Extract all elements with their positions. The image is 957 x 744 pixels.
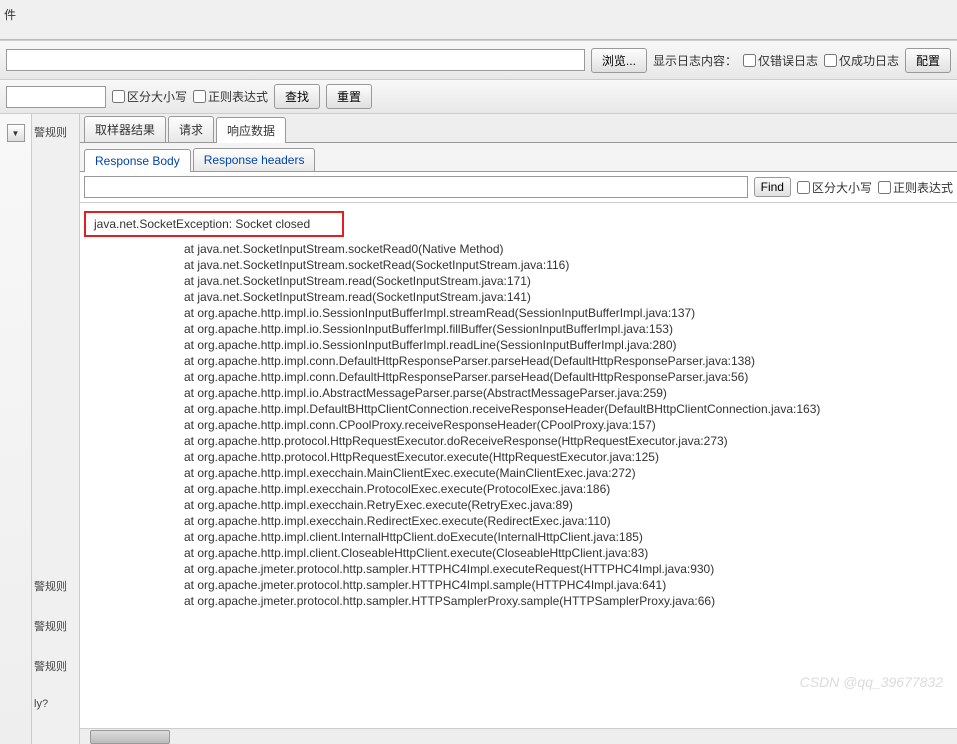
stack-line: at java.net.SocketInputStream.read(Socke… — [84, 273, 953, 289]
stack-line: at java.net.SocketInputStream.socketRead… — [84, 241, 953, 257]
main-area: ▼ 警规则 警规则 警规则 警规则 ly? 取样器结果 请求 响应数据 Resp… — [0, 114, 957, 744]
tab-response-headers[interactable]: Response headers — [193, 148, 316, 171]
stack-line: at org.apache.http.protocol.HttpRequestE… — [84, 449, 953, 465]
stack-line: at java.net.SocketInputStream.read(Socke… — [84, 289, 953, 305]
stack-trace: at java.net.SocketInputStream.socketRead… — [84, 241, 953, 609]
stack-line: at org.apache.http.impl.io.SessionInputB… — [84, 305, 953, 321]
exception-message: java.net.SocketException: Socket closed — [84, 211, 344, 237]
show-log-label: 显示日志内容： — [653, 52, 737, 69]
stack-line: at org.apache.http.impl.io.SessionInputB… — [84, 337, 953, 353]
stack-line: at org.apache.http.impl.conn.DefaultHttp… — [84, 353, 953, 369]
stack-line: at java.net.SocketInputStream.socketRead… — [84, 257, 953, 273]
config-button[interactable]: 配置 — [905, 48, 951, 73]
tree-item[interactable]: 警规则 — [34, 618, 77, 634]
reset-button[interactable]: 重置 — [326, 84, 372, 109]
file-section: 件 — [0, 0, 957, 40]
inner-search-row: Find 区分大小写 正则表达式 — [80, 172, 957, 203]
tab-sampler[interactable]: 取样器结果 — [84, 116, 166, 142]
stack-line: at org.apache.http.impl.client.InternalH… — [84, 529, 953, 545]
scrollbar-thumb[interactable] — [90, 730, 170, 744]
stack-line: at org.apache.http.impl.io.AbstractMessa… — [84, 385, 953, 401]
stack-line: at org.apache.http.impl.execchain.Protoc… — [84, 481, 953, 497]
inner-tabs: Response Body Response headers — [80, 143, 957, 172]
inner-find-button[interactable]: Find — [754, 177, 791, 197]
tab-response-body[interactable]: Response Body — [84, 149, 191, 172]
stack-line: at org.apache.http.impl.conn.CPoolProxy.… — [84, 417, 953, 433]
file-label: 件 — [4, 6, 16, 23]
tree-item[interactable]: 警规则 — [34, 578, 77, 594]
inner-search-input[interactable] — [84, 176, 748, 198]
search-input[interactable] — [6, 86, 106, 108]
stack-line: at org.apache.http.impl.io.SessionInputB… — [84, 321, 953, 337]
left-strip: ▼ — [0, 114, 32, 744]
error-only-checkbox[interactable]: 仅错误日志 — [743, 52, 818, 69]
tree-item[interactable]: 警规则 — [34, 658, 77, 674]
tree-item[interactable]: ly? — [34, 698, 77, 710]
left-panel: 警规则 警规则 警规则 警规则 ly? — [32, 114, 80, 744]
stack-line: at org.apache.http.protocol.HttpRequestE… — [84, 433, 953, 449]
top-toolbar: 浏览... 显示日志内容： 仅错误日志 仅成功日志 配置 — [0, 40, 957, 80]
stack-line: at org.apache.http.impl.client.Closeable… — [84, 545, 953, 561]
response-body-area[interactable]: java.net.SocketException: Socket closed … — [80, 203, 957, 728]
content-panel: 取样器结果 请求 响应数据 Response Body Response hea… — [80, 114, 957, 744]
file-input[interactable] — [6, 49, 585, 71]
stack-line: at org.apache.jmeter.protocol.http.sampl… — [84, 561, 953, 577]
horizontal-scrollbar[interactable] — [80, 728, 957, 744]
search-toolbar: 区分大小写 正则表达式 查找 重置 — [0, 80, 957, 114]
inner-case-checkbox[interactable]: 区分大小写 — [797, 179, 872, 196]
stack-line: at org.apache.jmeter.protocol.http.sampl… — [84, 577, 953, 593]
dropdown-arrow-icon[interactable]: ▼ — [7, 124, 25, 142]
stack-line: at org.apache.http.impl.execchain.RetryE… — [84, 497, 953, 513]
inner-regex-checkbox[interactable]: 正则表达式 — [878, 179, 953, 196]
stack-line: at org.apache.jmeter.protocol.http.sampl… — [84, 593, 953, 609]
stack-line: at org.apache.http.impl.execchain.Redire… — [84, 513, 953, 529]
browse-button[interactable]: 浏览... — [591, 48, 647, 73]
regex-checkbox[interactable]: 正则表达式 — [193, 88, 268, 105]
success-only-checkbox[interactable]: 仅成功日志 — [824, 52, 899, 69]
find-button[interactable]: 查找 — [274, 84, 320, 109]
tree-item[interactable]: 警规则 — [34, 124, 77, 140]
tab-request[interactable]: 请求 — [168, 116, 214, 142]
case-checkbox[interactable]: 区分大小写 — [112, 88, 187, 105]
stack-line: at org.apache.http.impl.DefaultBHttpClie… — [84, 401, 953, 417]
tab-response[interactable]: 响应数据 — [216, 117, 286, 143]
stack-line: at org.apache.http.impl.conn.DefaultHttp… — [84, 369, 953, 385]
outer-tabs: 取样器结果 请求 响应数据 — [80, 114, 957, 143]
stack-line: at org.apache.http.impl.execchain.MainCl… — [84, 465, 953, 481]
